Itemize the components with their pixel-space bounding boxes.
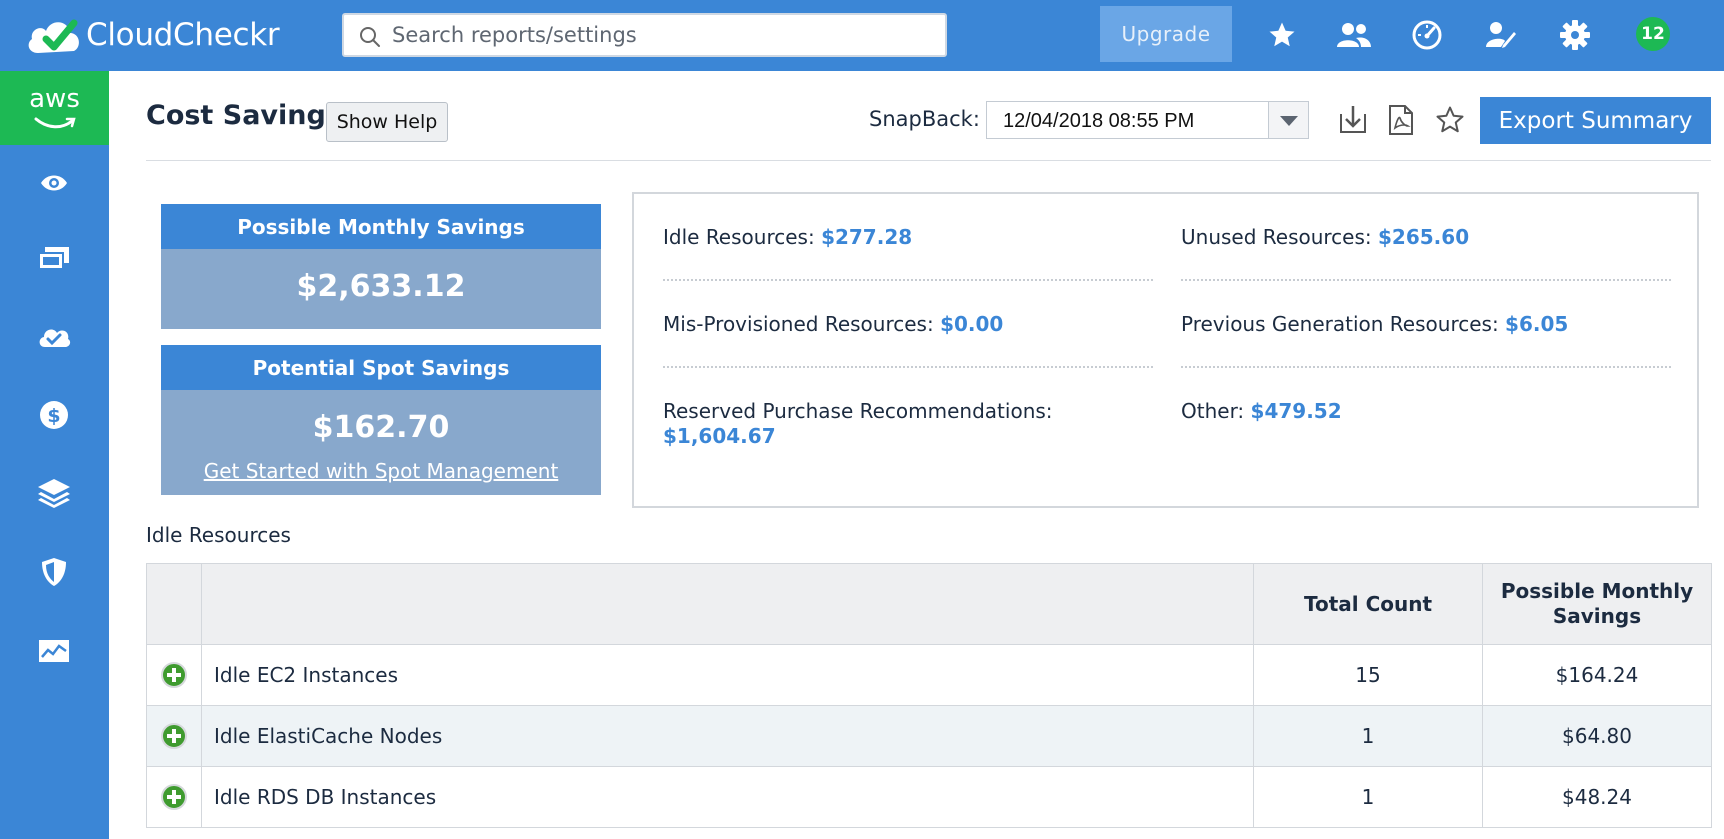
table-row: Idle RDS DB Instances 1 $48.24	[146, 766, 1712, 828]
header-expand	[146, 563, 202, 645]
row-savings: $48.24	[1482, 766, 1712, 828]
divider	[1181, 279, 1671, 281]
search-icon	[360, 27, 380, 47]
upgrade-button[interactable]: Upgrade	[1100, 6, 1232, 62]
snapback-label: SnapBack:	[869, 107, 980, 131]
chevron-down-icon[interactable]	[1268, 102, 1308, 138]
download-icon[interactable]	[1336, 102, 1370, 138]
header-name	[201, 563, 1254, 645]
row-count: 1	[1253, 705, 1483, 767]
brand-name: CloudCheckr	[86, 17, 280, 53]
idle-resources-table: Total Count Possible Monthly Savings Idl…	[146, 563, 1712, 828]
star-icon[interactable]	[1262, 15, 1302, 55]
expand-cell	[146, 644, 202, 706]
brand-logo[interactable]: CloudCheckr	[24, 12, 280, 58]
monthly-savings-title: Possible Monthly Savings	[161, 204, 601, 249]
metric-previous-generation[interactable]: Previous Generation Resources: $6.05	[1181, 312, 1568, 336]
layers-icon[interactable]	[34, 473, 74, 513]
page-title: Cost Savings	[146, 100, 342, 131]
metric-idle-resources[interactable]: Idle Resources: $277.28	[663, 225, 912, 249]
row-count: 1	[1253, 766, 1483, 828]
savings-breakdown-panel: Idle Resources: $277.28 Unused Resources…	[632, 192, 1699, 508]
gear-icon[interactable]	[1555, 15, 1595, 55]
shield-icon[interactable]	[34, 552, 74, 592]
row-name[interactable]: Idle ElastiCache Nodes	[201, 705, 1254, 767]
metric-unused-resources[interactable]: Unused Resources: $265.60	[1181, 225, 1469, 249]
notification-badge[interactable]: 12	[1636, 17, 1670, 51]
show-help-button[interactable]: Show Help	[326, 102, 448, 142]
search-box[interactable]	[342, 13, 947, 57]
header-total-count[interactable]: Total Count	[1253, 563, 1483, 645]
divider	[663, 366, 1153, 368]
divider	[1181, 366, 1671, 368]
header-divider	[146, 160, 1711, 161]
spot-savings-card: Potential Spot Savings $162.70 Get Start…	[161, 345, 601, 495]
cloud-check-logo-icon	[24, 13, 84, 57]
metric-mis-provisioned[interactable]: Mis-Provisioned Resources: $0.00	[663, 312, 1003, 336]
sidebar: aws $	[0, 71, 109, 839]
expand-cell	[146, 705, 202, 767]
edit-icon[interactable]	[1481, 15, 1521, 55]
expand-plus-icon[interactable]	[161, 784, 187, 811]
speedometer-icon[interactable]	[1407, 15, 1447, 55]
pdf-icon[interactable]	[1384, 102, 1418, 138]
dollar-icon[interactable]: $	[34, 395, 74, 435]
monthly-savings-amount: $2,633.12	[296, 269, 466, 304]
eye-icon[interactable]	[34, 163, 74, 203]
chart-icon[interactable]	[34, 631, 74, 671]
spot-savings-amount: $162.70	[312, 410, 450, 445]
header-possible-savings[interactable]: Possible Monthly Savings	[1482, 563, 1712, 645]
spot-savings-title: Potential Spot Savings	[161, 345, 601, 390]
divider	[663, 279, 1153, 281]
spot-management-link[interactable]: Get Started with Spot Management	[161, 459, 601, 483]
sidebar-item-aws[interactable]: aws	[0, 71, 109, 145]
search-input[interactable]	[392, 21, 932, 49]
row-savings: $64.80	[1482, 705, 1712, 767]
billing-icon[interactable]	[34, 239, 74, 279]
snapback-value: 12/04/2018 08:55 PM	[1003, 110, 1195, 132]
snapback-select[interactable]: 12/04/2018 08:55 PM	[986, 101, 1309, 139]
expand-cell	[146, 766, 202, 828]
monthly-savings-card: Possible Monthly Savings $2,633.12	[161, 204, 601, 329]
cloud-check-icon[interactable]	[34, 316, 74, 356]
aws-logo-icon: aws	[29, 84, 80, 114]
table-header-row: Total Count Possible Monthly Savings	[146, 563, 1712, 645]
star-outline-icon[interactable]	[1433, 102, 1467, 138]
row-savings: $164.24	[1482, 644, 1712, 706]
table-row: Idle ElastiCache Nodes 1 $64.80	[146, 705, 1712, 767]
expand-plus-icon[interactable]	[161, 662, 187, 689]
section-title: Idle Resources	[146, 523, 291, 547]
svg-text:$: $	[47, 405, 60, 427]
users-icon[interactable]	[1334, 15, 1374, 55]
export-summary-button[interactable]: Export Summary	[1480, 97, 1711, 144]
row-name[interactable]: Idle EC2 Instances	[201, 644, 1254, 706]
metric-other[interactable]: Other: $479.52	[1181, 399, 1342, 424]
row-name[interactable]: Idle RDS DB Instances	[201, 766, 1254, 828]
metric-reserved-purchase[interactable]: Reserved Purchase Recommendations: $1,604…	[663, 399, 1143, 449]
expand-plus-icon[interactable]	[161, 723, 187, 750]
row-count: 15	[1253, 644, 1483, 706]
top-bar: CloudCheckr Upgrade	[0, 0, 1724, 71]
table-row: Idle EC2 Instances 15 $164.24	[146, 644, 1712, 706]
